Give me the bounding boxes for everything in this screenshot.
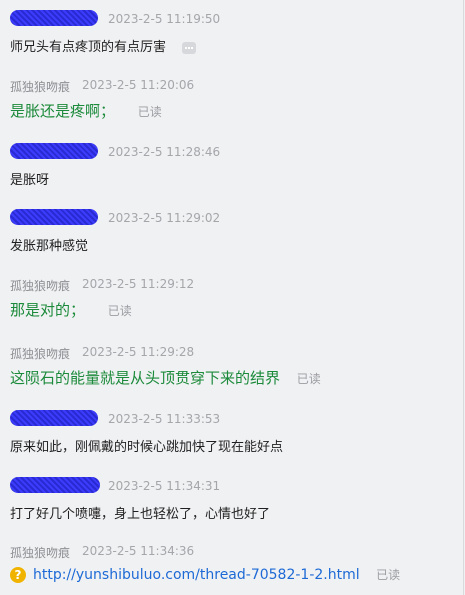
- redacted-sender-name: [10, 10, 98, 26]
- message-sender: 孤独狼吻痕: [10, 347, 71, 361]
- message-time: 2023-2-5 11:29:12: [82, 277, 195, 291]
- message-text[interactable]: 发胀那种感觉: [10, 235, 88, 254]
- message-body: 是胀呀: [10, 173, 50, 188]
- message-header: 孤独狼吻痕 2023-2-5 11:29:28: [10, 343, 463, 363]
- message-item: 2023-2-5 11:28:46 是胀呀: [10, 143, 463, 188]
- message-body: 原来如此，刚佩戴的时候心跳加快了现在能好点: [10, 440, 284, 455]
- redacted-sender-name: [10, 143, 98, 159]
- message-body: 这陨石的能量就是从头顶贯穿下来的结界: [10, 369, 281, 387]
- message-time: 2023-2-5 11:28:46: [108, 145, 221, 159]
- message-sender: 孤独狼吻痕: [10, 279, 71, 293]
- message-header: 2023-2-5 11:28:46: [10, 143, 463, 163]
- message-text[interactable]: 是胀还是疼啊； 已读: [10, 100, 162, 121]
- redacted-sender-name: [10, 410, 98, 426]
- message-body: 师兄头有点疼顶的有点厉害: [10, 40, 167, 55]
- message-sender: 孤独狼吻痕: [10, 80, 71, 94]
- redacted-sender-name: [10, 477, 100, 493]
- read-receipt: 已读: [137, 105, 162, 119]
- message-item: 孤独狼吻痕 2023-2-5 11:29:12 那是对的； 已读: [10, 275, 463, 319]
- message-text[interactable]: 那是对的； 已读: [10, 299, 132, 320]
- message-item: 孤独狼吻痕 2023-2-5 11:34:36 ? http://yunshibu…: [10, 542, 463, 583]
- message-time: 2023-2-5 11:20:06: [82, 78, 195, 92]
- message-header: 孤独狼吻痕 2023-2-5 11:34:36: [10, 542, 463, 562]
- message-link[interactable]: http://yunshibuluo.com/thread-70582-1-2.…: [33, 567, 360, 583]
- message-header: 2023-2-5 11:33:53: [10, 410, 463, 430]
- message-header: 2023-2-5 11:19:50: [10, 10, 463, 30]
- message-item: 2023-2-5 11:34:31 打了好几个喷嚏，身上也轻松了，心情也好了: [10, 477, 463, 522]
- message-header: 2023-2-5 11:29:02: [10, 209, 463, 229]
- question-icon: ?: [10, 567, 26, 583]
- read-receipt: 已读: [376, 568, 401, 582]
- more-icon[interactable]: [182, 41, 197, 54]
- message-body: 那是对的；: [10, 301, 86, 319]
- chat-history: 2023-2-5 11:19:50 师兄头有点疼顶的有点厉害 孤独狼吻痕 202…: [0, 0, 464, 595]
- message-time: 2023-2-5 11:34:31: [108, 479, 221, 493]
- message-header: 2023-2-5 11:34:31: [10, 477, 463, 497]
- message-header: 孤独狼吻痕 2023-2-5 11:20:06: [10, 76, 463, 96]
- message-time: 2023-2-5 11:29:02: [108, 211, 221, 225]
- message-item: 孤独狼吻痕 2023-2-5 11:20:06 是胀还是疼啊； 已读: [10, 76, 463, 120]
- message-text[interactable]: 是胀呀: [10, 169, 49, 188]
- message-item: 孤独狼吻痕 2023-2-5 11:29:28 这陨石的能量就是从头顶贯穿下来的…: [10, 343, 463, 387]
- read-receipt: 已读: [107, 304, 132, 318]
- message-body: 发胀那种感觉: [10, 239, 89, 254]
- message-text[interactable]: 打了好几个喷嚏，身上也轻松了，心情也好了: [10, 503, 270, 522]
- message-item: 2023-2-5 11:33:53 原来如此，刚佩戴的时候心跳加快了现在能好点: [10, 410, 463, 455]
- message-text: ? http://yunshibuluo.com/thread-70582-1-2…: [10, 566, 400, 583]
- message-time: 2023-2-5 11:29:28: [82, 345, 195, 359]
- message-sender: 孤独狼吻痕: [10, 546, 71, 560]
- message-body: 打了好几个喷嚏，身上也轻松了，心情也好了: [10, 507, 271, 522]
- message-item: 2023-2-5 11:19:50 师兄头有点疼顶的有点厉害: [10, 10, 463, 55]
- message-item: 2023-2-5 11:29:02 发胀那种感觉: [10, 209, 463, 254]
- message-text[interactable]: 这陨石的能量就是从头顶贯穿下来的结界 已读: [10, 367, 321, 388]
- message-text[interactable]: 原来如此，刚佩戴的时候心跳加快了现在能好点: [10, 436, 283, 455]
- message-body: 是胀还是疼啊；: [10, 102, 116, 120]
- read-receipt: 已读: [296, 372, 321, 386]
- redacted-sender-name: [10, 209, 98, 225]
- message-time: 2023-2-5 11:33:53: [108, 412, 221, 426]
- message-time: 2023-2-5 11:34:36: [82, 544, 195, 558]
- message-text[interactable]: 师兄头有点疼顶的有点厉害: [10, 36, 197, 55]
- message-header: 孤独狼吻痕 2023-2-5 11:29:12: [10, 275, 463, 295]
- message-time: 2023-2-5 11:19:50: [108, 12, 221, 26]
